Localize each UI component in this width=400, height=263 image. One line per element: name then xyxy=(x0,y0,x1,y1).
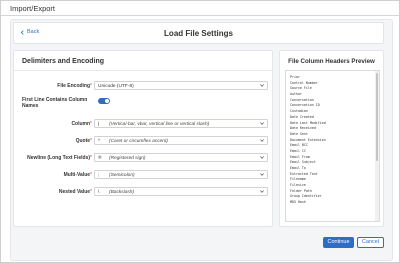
app-window: Import/Export Back Load File Settings De… xyxy=(0,0,400,263)
first-line-toggle[interactable] xyxy=(98,98,110,104)
nested-value-description: (Backslash) xyxy=(109,189,135,195)
file-encoding-value: Unicode (UTF-8) xyxy=(98,83,134,89)
chevron-down-icon xyxy=(260,190,264,194)
column-label: Column* xyxy=(6,121,92,127)
preview-scrollbar[interactable] xyxy=(375,71,379,221)
column-delimiter-select[interactable]: | (Vertical-bar, vbar, vertical line or … xyxy=(94,119,268,128)
multi-value-description: (Semicolon) xyxy=(109,172,135,178)
delimiters-card: Delimiters and Encoding File Encoding* U… xyxy=(13,50,273,227)
quote-description: (Caret or circumflex accent) xyxy=(109,138,168,144)
file-encoding-select[interactable]: Unicode (UTF-8) xyxy=(94,81,268,90)
file-encoding-label-text: File Encoding xyxy=(57,83,91,89)
required-marker: * xyxy=(90,83,92,89)
file-encoding-label: File Encoding* xyxy=(6,83,92,89)
cancel-button[interactable]: Cancel xyxy=(357,237,384,248)
toggle-knob xyxy=(105,99,109,103)
chevron-down-icon xyxy=(260,139,264,143)
preview-line: MD5 Hash xyxy=(290,200,306,205)
multi-value-delimiter-select[interactable]: ; (Semicolon) xyxy=(94,170,268,179)
chevron-down-icon xyxy=(260,84,264,88)
first-line-label-line2: Names xyxy=(22,103,39,109)
chevron-down-icon xyxy=(260,122,264,126)
section-title: Delimiters and Encoding xyxy=(22,58,105,65)
column-description: (Vertical-bar, vbar, vertical line or ve… xyxy=(109,121,210,127)
quote-delimiter-select[interactable]: ^ (Caret or circumflex accent) xyxy=(94,136,268,145)
section-divider xyxy=(14,70,272,71)
preview-list[interactable]: Prior Control Number Source File Author Conv… xyxy=(285,70,380,222)
newline-description: (Registered sign) xyxy=(109,155,146,161)
nested-value-label: Nested Value* xyxy=(6,189,92,195)
quote-symbol: ^ xyxy=(98,138,101,144)
required-marker: * xyxy=(90,121,92,127)
first-line-label: First Line Contains Column Names xyxy=(22,97,98,109)
newline-label-text: Newline (Long Text Fields) xyxy=(27,155,91,161)
quote-label-text: Quote xyxy=(75,138,91,144)
nested-value-symbol: \ xyxy=(98,189,100,195)
column-label-text: Column xyxy=(71,121,91,127)
chevron-down-icon xyxy=(260,156,264,160)
required-marker: * xyxy=(90,189,92,195)
continue-button[interactable]: Continue xyxy=(323,237,354,248)
chevron-down-icon xyxy=(260,173,264,177)
page-header: Back Load File Settings xyxy=(13,22,384,44)
multi-value-label: Multi-Value* xyxy=(6,172,92,178)
newline-label: Newline (Long Text Fields)* xyxy=(6,155,92,161)
required-marker: * xyxy=(90,138,92,144)
preview-title: File Column Headers Preview xyxy=(288,58,375,65)
preview-lines: Prior Control Number Source File Author Conv… xyxy=(290,75,326,206)
nested-value-label-text: Nested Value xyxy=(58,189,91,195)
column-symbol: | xyxy=(98,121,100,127)
required-marker: * xyxy=(90,172,92,178)
page-title: Load File Settings xyxy=(164,29,233,38)
nested-value-delimiter-select[interactable]: \ (Backslash) xyxy=(94,187,268,196)
newline-symbol: ® xyxy=(98,155,102,161)
newline-delimiter-select[interactable]: ® (Registered sign) xyxy=(94,153,268,162)
column-headers-preview-card: File Column Headers Preview Prior Control… xyxy=(279,50,384,227)
title-divider xyxy=(1,15,400,16)
multi-value-symbol: ; xyxy=(98,172,100,178)
multi-value-label-text: Multi-Value xyxy=(63,172,91,178)
window-title: Import/Export xyxy=(10,4,56,13)
quote-label: Quote* xyxy=(6,138,92,144)
scrollbar-thumb[interactable] xyxy=(376,73,378,161)
required-marker: * xyxy=(90,155,92,161)
